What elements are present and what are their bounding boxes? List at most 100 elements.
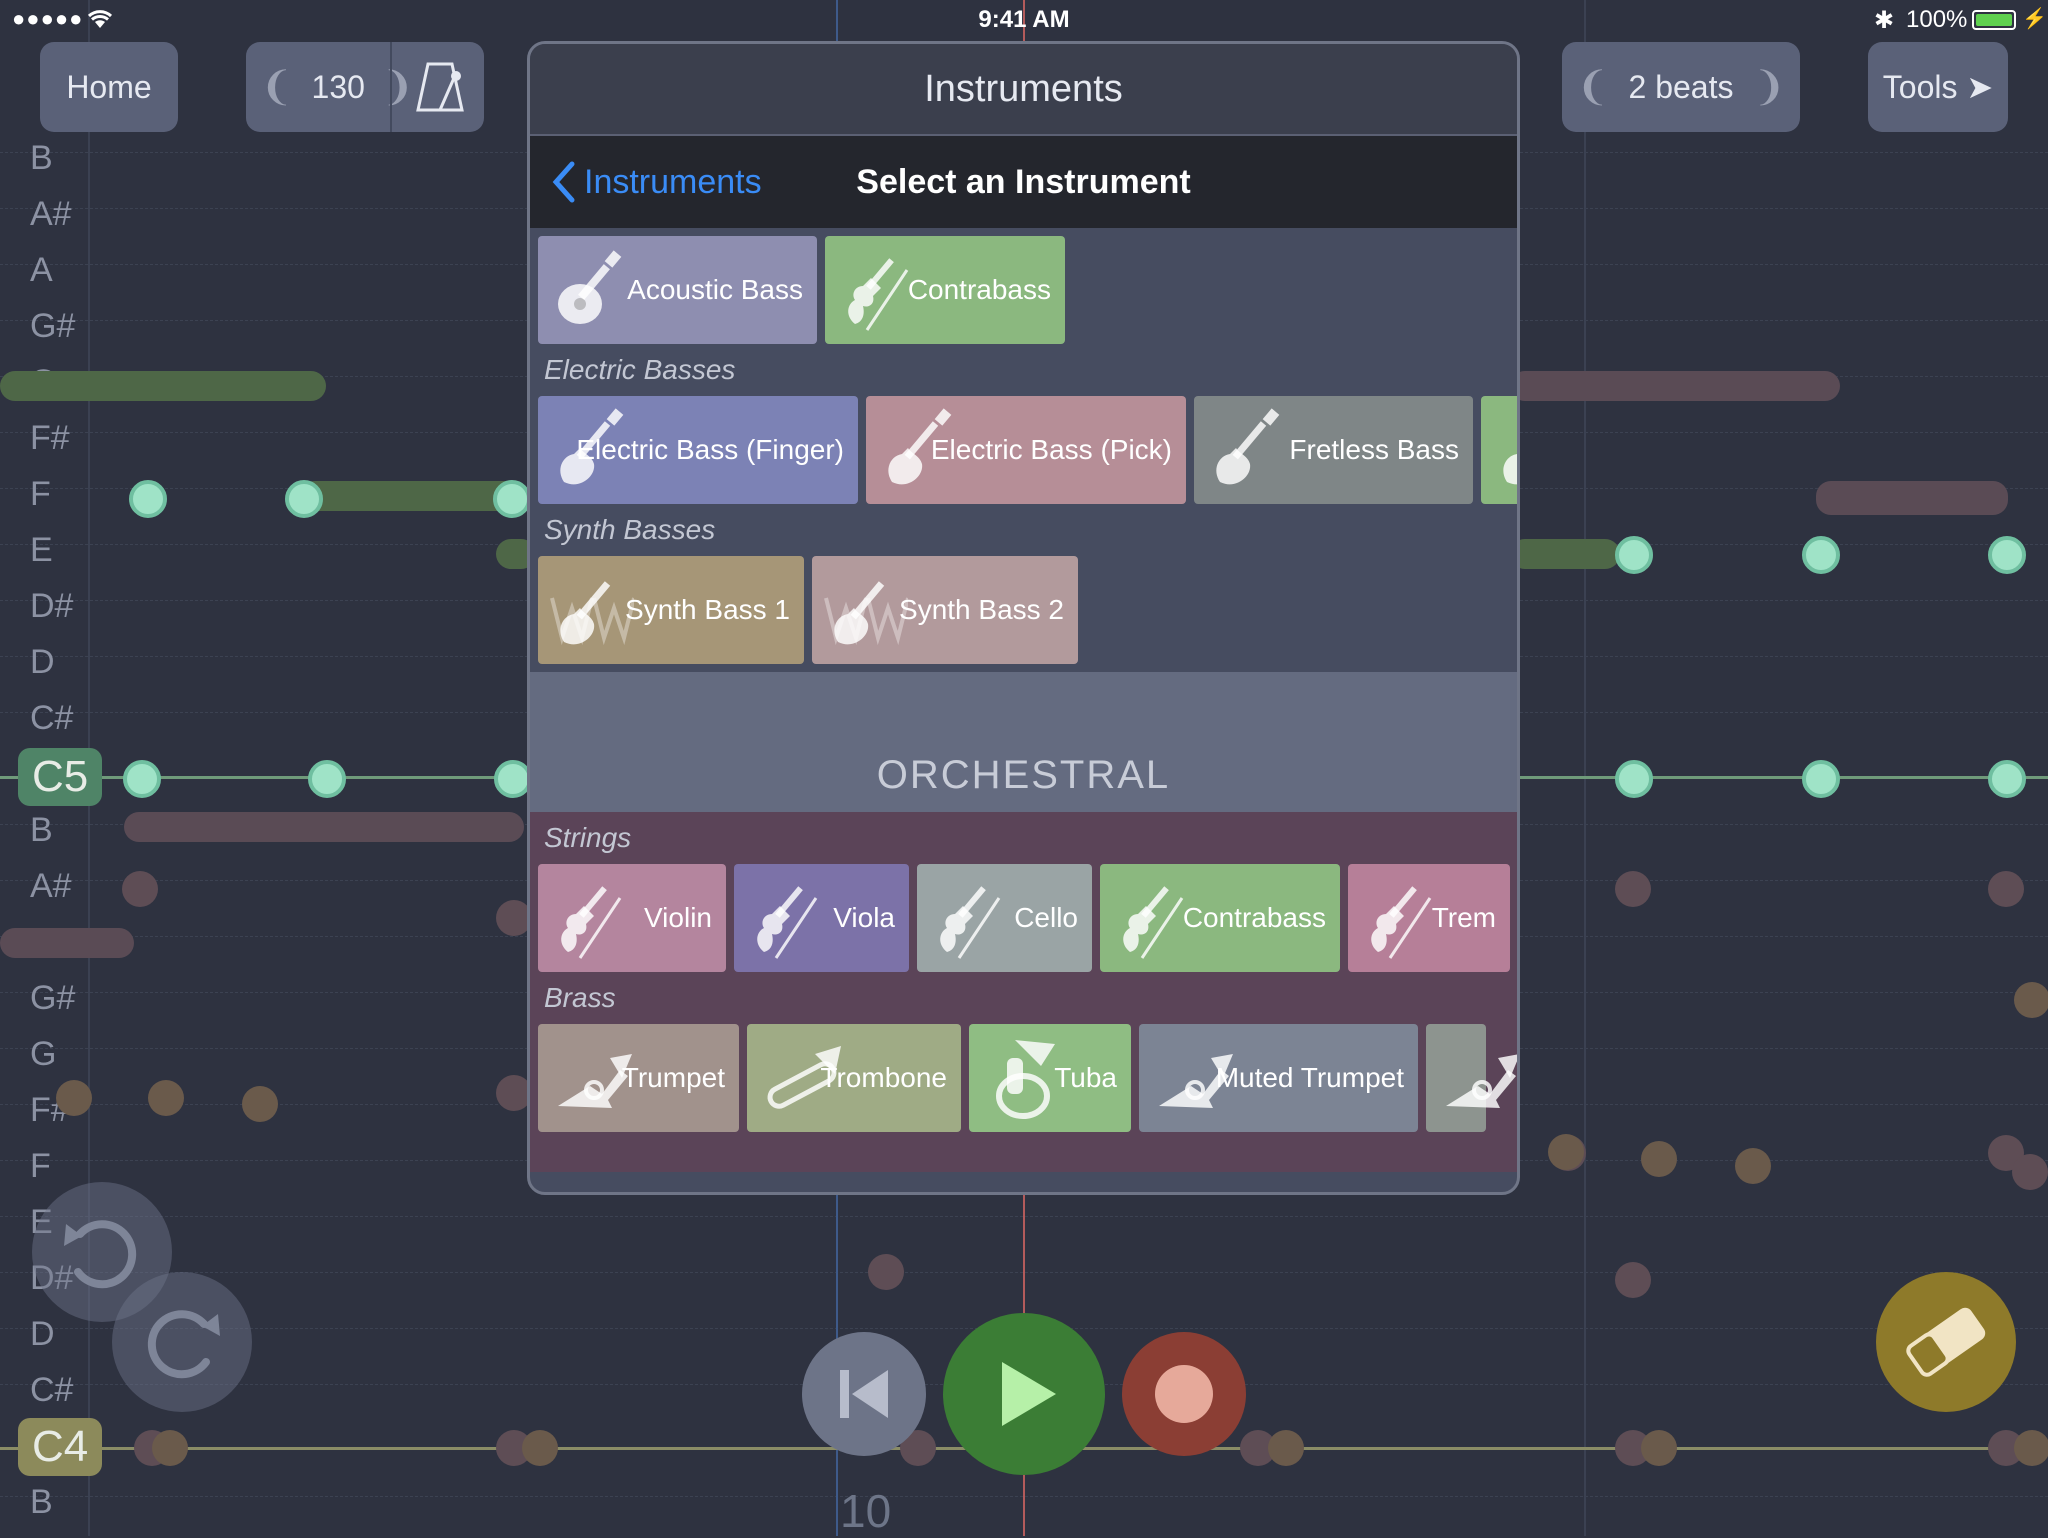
tools-button[interactable]: Tools ➤: [1868, 42, 2008, 132]
eraser-button[interactable]: [1876, 1272, 2016, 1412]
trumpet-icon: [550, 1036, 634, 1120]
instrument-popover: Instruments Select an Instrument Instrum…: [527, 41, 1520, 1195]
note-label: A: [30, 251, 53, 289]
note-dot[interactable]: [493, 480, 531, 518]
note-dot[interactable]: [1802, 536, 1840, 574]
tempo-increase-icon[interactable]: ❩: [381, 64, 415, 110]
instrument-label: Violin: [644, 902, 712, 933]
note-blob[interactable]: [124, 812, 524, 842]
play-icon: [1002, 1362, 1056, 1426]
c5-label: C5: [18, 748, 103, 806]
instrument-tile[interactable]: Viola: [734, 864, 909, 972]
instrument-tile[interactable]: [1426, 1024, 1517, 1132]
note-dot[interactable]: [1641, 1141, 1677, 1177]
note-dot[interactable]: [1988, 760, 2026, 798]
violin-icon: [550, 876, 634, 960]
electric-guitar-icon: [550, 408, 634, 492]
note-blob[interactable]: [1510, 539, 1620, 569]
instrument-label: Synth Bass 1: [625, 594, 790, 625]
metronome-icon[interactable]: [414, 60, 466, 114]
trombone-icon: [759, 1036, 843, 1120]
instrument-tile[interactable]: Fretless Bass: [1194, 396, 1473, 504]
back-button[interactable]: Instruments: [552, 136, 762, 228]
tile-row: Electric Bass (Finger) Electric Bass (Pic…: [530, 396, 1517, 504]
tempo-control[interactable]: ❨ 130 ❩: [246, 42, 484, 132]
instrument-label: Fretless Bass: [1289, 434, 1459, 465]
note-dot[interactable]: [152, 1430, 188, 1466]
note-dot[interactable]: [242, 1086, 278, 1122]
instrument-tile[interactable]: [1481, 396, 1517, 504]
tuba-icon: [981, 1036, 1065, 1120]
instrument-tile[interactable]: Trem: [1348, 864, 1510, 972]
beats-increase-icon[interactable]: ❩: [1752, 64, 1786, 110]
note-dot[interactable]: [868, 1254, 904, 1290]
home-button[interactable]: Home: [40, 42, 178, 132]
note-dot[interactable]: [522, 1430, 558, 1466]
instrument-tile[interactable]: Contrabass: [825, 236, 1065, 344]
instrument-tile[interactable]: Trumpet: [538, 1024, 739, 1132]
status-bar: ●●●●● 9:41 AM ✱ 100% ⚡: [0, 0, 2048, 40]
violin-icon: [1112, 876, 1196, 960]
note-label: C#: [30, 1371, 74, 1409]
note-dot[interactable]: [2012, 1154, 2048, 1190]
beats-control[interactable]: ❨ 2 beats ❩: [1562, 42, 1800, 132]
note-label: C#: [30, 699, 74, 737]
note-blob[interactable]: [0, 371, 326, 401]
group-label: Electric Basses: [544, 354, 736, 385]
instrument-tile[interactable]: Electric Bass (Finger): [538, 396, 858, 504]
redo-icon: [147, 1310, 220, 1379]
note-blob[interactable]: [300, 481, 520, 511]
note-dot[interactable]: [1615, 536, 1653, 574]
instrument-group: Strings Violin Viola Cello Contrabass Trem: [530, 812, 1517, 972]
tile-row: Synth Bass 1 Synth Bass 2: [530, 556, 1517, 664]
instrument-tile[interactable]: Violin: [538, 864, 726, 972]
note-dot[interactable]: [285, 480, 323, 518]
note-dot[interactable]: [1735, 1148, 1771, 1184]
instrument-tile[interactable]: Synth Bass 2: [812, 556, 1078, 664]
note-dot[interactable]: [308, 760, 346, 798]
note-dot[interactable]: [123, 760, 161, 798]
eraser-icon: [1906, 1307, 1986, 1377]
note-dot[interactable]: [1802, 760, 1840, 798]
redo-button[interactable]: [112, 1272, 252, 1412]
instrument-tile[interactable]: Acoustic Bass: [538, 236, 817, 344]
note-label: B: [30, 1483, 53, 1521]
instrument-tile[interactable]: Tuba: [969, 1024, 1131, 1132]
beats-decrease-icon[interactable]: ❨: [1576, 64, 1610, 110]
instrument-label: Trumpet: [621, 1062, 725, 1093]
record-button[interactable]: [1122, 1332, 1246, 1456]
note-dot[interactable]: [1615, 871, 1651, 907]
c4-label: C4: [18, 1418, 103, 1476]
note-dot[interactable]: [2014, 982, 2048, 1018]
status-time: 9:41 AM: [978, 6, 1070, 33]
note-dot[interactable]: [1268, 1430, 1304, 1466]
rewind-button[interactable]: [802, 1332, 926, 1456]
instrument-tile[interactable]: Electric Bass (Pick): [866, 396, 1186, 504]
instrument-tile[interactable]: Cello: [917, 864, 1092, 972]
note-blob[interactable]: [0, 928, 134, 958]
tempo-decrease-icon[interactable]: ❨: [260, 64, 294, 110]
note-dot[interactable]: [1641, 1430, 1677, 1466]
note-blob[interactable]: [1816, 481, 2008, 515]
play-button[interactable]: [943, 1313, 1105, 1475]
note-dot[interactable]: [1615, 760, 1653, 798]
tile-row: Acoustic Bass Contrabass: [530, 236, 1517, 344]
instrument-tile[interactable]: Synth Bass 1: [538, 556, 804, 664]
instrument-tile[interactable]: Contrabass: [1100, 864, 1340, 972]
instrument-tile[interactable]: Trombone: [747, 1024, 961, 1132]
note-dot[interactable]: [122, 871, 158, 907]
note-label: B: [30, 139, 53, 177]
note-label: G: [30, 1035, 57, 1073]
orchestral-header: ORCHESTRAL: [530, 672, 1517, 812]
note-blob[interactable]: [1510, 371, 1840, 401]
note-dot[interactable]: [1548, 1134, 1584, 1170]
note-dot[interactable]: [56, 1080, 92, 1116]
note-dot[interactable]: [129, 480, 167, 518]
instrument-tile[interactable]: Muted Trumpet: [1139, 1024, 1418, 1132]
note-dot[interactable]: [1615, 1262, 1651, 1298]
note-dot[interactable]: [148, 1080, 184, 1116]
violin-icon: [929, 876, 1013, 960]
note-dot[interactable]: [1988, 536, 2026, 574]
note-dot[interactable]: [2014, 1430, 2048, 1466]
note-dot[interactable]: [1988, 871, 2024, 907]
